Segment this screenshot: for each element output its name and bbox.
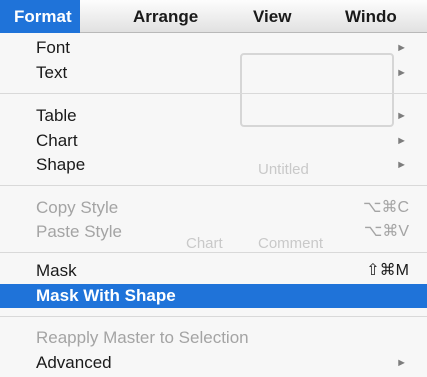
submenu-arrow-icon: ► — [396, 42, 407, 54]
menu-item-reapply-master[interactable]: Reapply Master to Selection — [0, 326, 427, 350]
menu-item-label: Text — [36, 63, 68, 82]
submenu-arrow-icon: ► — [396, 159, 407, 171]
menu-item-label: Advanced — [36, 353, 112, 372]
menu-item-shortcut: ⌥⌘V — [363, 223, 409, 240]
menu-item-table[interactable]: Table ► — [0, 104, 427, 128]
submenu-arrow-icon: ► — [396, 357, 407, 369]
menu-item-mask-with-shape[interactable]: Mask With Shape — [0, 284, 427, 308]
menu-item-label: Paste Style — [36, 222, 122, 241]
menu-item-text[interactable]: Text ► — [0, 61, 427, 85]
menu-separator — [0, 316, 427, 317]
menu-separator — [0, 252, 427, 253]
format-dropdown-menu: Untitled Chart Comment Font ► Text ► Tab… — [0, 33, 427, 377]
menu-item-shortcut: ⇧⌘M — [366, 262, 409, 279]
menu-item-label: Mask With Shape — [36, 286, 176, 305]
menu-item-label: Font — [36, 38, 71, 57]
submenu-arrow-icon: ► — [396, 135, 407, 147]
menu-item-mask[interactable]: Mask ⇧⌘M — [0, 259, 427, 283]
menu-window[interactable]: Windo — [345, 0, 397, 33]
submenu-arrow-icon: ► — [396, 110, 407, 122]
menu-format[interactable]: Format — [0, 0, 80, 33]
menu-item-label: Table — [36, 106, 77, 125]
menu-separator — [0, 93, 427, 94]
menu-bar: Format Arrange View Windo — [0, 0, 427, 33]
menu-item-label: Chart — [36, 131, 78, 150]
menu-item-advanced[interactable]: Advanced ► — [0, 351, 427, 375]
screen: Format Arrange View Windo Untitled Chart… — [0, 0, 427, 377]
menu-arrange[interactable]: Arrange — [133, 0, 198, 33]
menu-separator — [0, 185, 427, 186]
submenu-arrow-icon: ► — [396, 67, 407, 79]
menu-item-label: Reapply Master to Selection — [36, 328, 249, 347]
menu-item-shortcut: ⌥⌘C — [363, 199, 409, 216]
menu-view[interactable]: View — [253, 0, 291, 33]
menu-item-chart[interactable]: Chart ► — [0, 129, 427, 153]
menu-item-copy-style[interactable]: Copy Style ⌥⌘C — [0, 196, 427, 220]
menu-item-shape[interactable]: Shape ► — [0, 153, 427, 177]
menu-item-label: Shape — [36, 155, 86, 174]
menu-item-label: Copy Style — [36, 198, 119, 217]
menu-item-paste-style[interactable]: Paste Style ⌥⌘V — [0, 220, 427, 244]
menu-item-font[interactable]: Font ► — [0, 36, 427, 60]
menu-item-label: Mask — [36, 261, 77, 280]
